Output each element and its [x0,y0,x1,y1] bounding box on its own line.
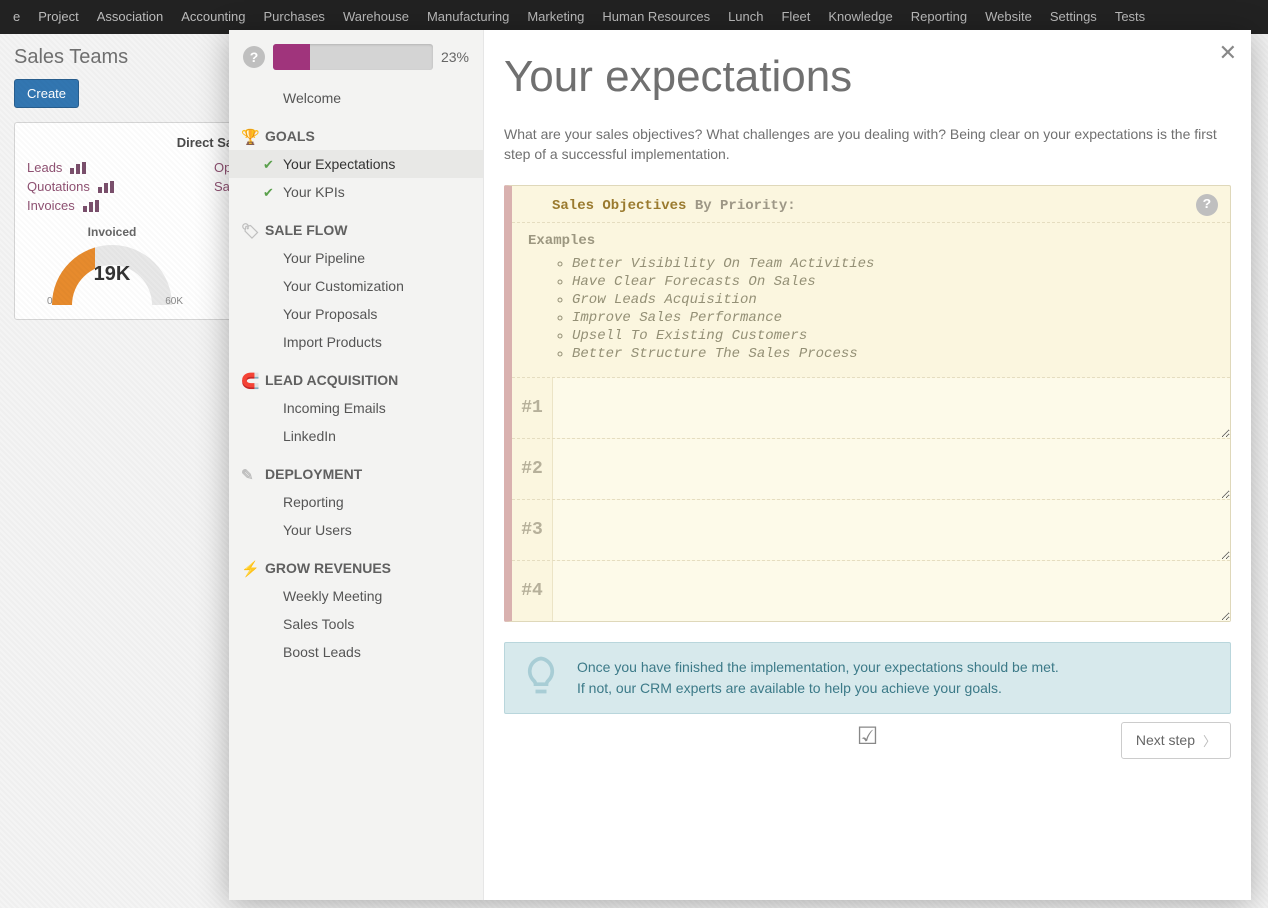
progress-percent: 23% [441,49,469,65]
gauge-invoiced: Invoiced 19K 0 60K [27,225,197,305]
nav-item[interactable]: Reporting [902,0,976,34]
progress-bar [273,44,433,70]
nav-item[interactable]: Manufacturing [418,0,518,34]
priority-label: #3 [512,500,552,560]
sidebar-section-deployment: ✎ DEPLOYMENT [229,460,483,488]
nav-item[interactable]: Knowledge [819,0,901,34]
bar-chart-icon[interactable] [83,200,99,212]
nav-item[interactable]: Tests [1106,0,1154,34]
example-item: Upsell To Existing Customers [572,327,1214,345]
nav-item[interactable]: Project [29,0,87,34]
kanban-link-invoices[interactable]: Invoices [27,196,75,215]
sidebar-section-goals: 🏆 GOALS [229,122,483,150]
objective-input-3[interactable] [552,500,1230,560]
bolt-icon: ⚡ [241,560,259,578]
sidebar-section-saleflow: 🏷 SALE FLOW [229,216,483,244]
sidebar-item-kpis[interactable]: ✔ Your KPIs [229,178,483,206]
kanban-link-quotations[interactable]: Quotations [27,177,90,196]
example-item: Better Structure The Sales Process [572,345,1214,363]
example-item: Grow Leads Acquisition [572,291,1214,309]
sidebar-item-linkedin[interactable]: LinkedIn [229,422,483,450]
lightbulb-icon [519,653,563,697]
objectives-box: Sales Objectives By Priority: ? Examples… [504,185,1231,622]
next-step-button[interactable]: Next step 〉 [1121,722,1231,759]
example-item: Have Clear Forecasts On Sales [572,273,1214,291]
check-icon: ✔ [263,157,274,173]
sidebar-item-import-products[interactable]: Import Products [229,328,483,356]
mark-done-icon[interactable]: ☑ [857,722,879,751]
nav-item[interactable]: Accounting [172,0,254,34]
nav-item[interactable]: Lunch [719,0,772,34]
nav-item[interactable]: Marketing [518,0,593,34]
bar-chart-icon[interactable] [98,181,114,193]
sidebar-section-leadacq: 🧲 LEAD ACQUISITION [229,366,483,394]
gauge-value: 19K [27,263,197,286]
priority-label: #4 [512,561,552,621]
panel-footer: ☑ Next step 〉 [504,722,1231,758]
wand-icon: ✎ [241,466,259,484]
sidebar-item-weekly-meeting[interactable]: Weekly Meeting [229,582,483,610]
priority-label: #1 [512,378,552,438]
trophy-icon: 🏆 [241,128,259,146]
nav-item-truncated[interactable]: e [4,0,29,34]
help-icon[interactable]: ? [1196,194,1218,216]
sidebar-item-incoming-emails[interactable]: Incoming Emails [229,394,483,422]
kanban-link-leads[interactable]: Leads [27,158,62,177]
objectives-header: Sales Objectives By Priority: ? [512,186,1230,223]
nav-item[interactable]: Human Resources [593,0,719,34]
sidebar-item-reporting[interactable]: Reporting [229,488,483,516]
modal-content: Your expectations What are your sales ob… [484,30,1251,900]
modal-sidebar: ? 23% Welcome 🏆 GOALS ✔ Your Expectation… [229,30,484,900]
nav-item[interactable]: Purchases [255,0,334,34]
gauge-label: Invoiced [27,225,197,239]
sidebar-item-customization[interactable]: Your Customization [229,272,483,300]
create-button[interactable]: Create [14,79,79,108]
nav-item[interactable]: Settings [1041,0,1106,34]
nav-item[interactable]: Association [88,0,172,34]
nav-item[interactable]: Website [976,0,1041,34]
tag-icon: 🏷 [241,222,259,240]
panel-title: Your expectations [504,52,1231,102]
close-icon[interactable]: ✕ [1219,40,1237,66]
chevron-right-icon: 〉 [1203,731,1216,750]
sidebar-item-sales-tools[interactable]: Sales Tools [229,610,483,638]
examples-block: Examples Better Visibility On Team Activ… [512,223,1230,378]
sidebar-item-welcome[interactable]: Welcome [229,84,483,112]
top-navbar: e Project Association Accounting Purchas… [0,0,1268,34]
sidebar-section-grow: ⚡ GROW REVENUES [229,554,483,582]
sidebar-item-expectations[interactable]: ✔ Your Expectations [229,150,483,178]
check-icon: ✔ [263,185,274,201]
nav-item[interactable]: Fleet [772,0,819,34]
help-icon[interactable]: ? [243,46,265,68]
example-item: Improve Sales Performance [572,309,1214,327]
sidebar-item-your-users[interactable]: Your Users [229,516,483,544]
info-callout: Once you have finished the implementatio… [504,642,1231,714]
panel-intro: What are your sales objectives? What cha… [504,124,1231,165]
magnet-icon: 🧲 [241,372,259,390]
objective-input-2[interactable] [552,439,1230,499]
objective-input-4[interactable] [552,561,1230,621]
priority-label: #2 [512,439,552,499]
nav-item[interactable]: Warehouse [334,0,418,34]
sidebar-item-proposals[interactable]: Your Proposals [229,300,483,328]
bar-chart-icon[interactable] [70,162,86,174]
objective-input-1[interactable] [552,378,1230,438]
example-item: Better Visibility On Team Activities [572,255,1214,273]
onboarding-modal: ✕ ? 23% Welcome 🏆 GOALS ✔ Your Expectati… [229,30,1251,900]
sidebar-item-boost-leads[interactable]: Boost Leads [229,638,483,666]
sidebar-item-pipeline[interactable]: Your Pipeline [229,244,483,272]
